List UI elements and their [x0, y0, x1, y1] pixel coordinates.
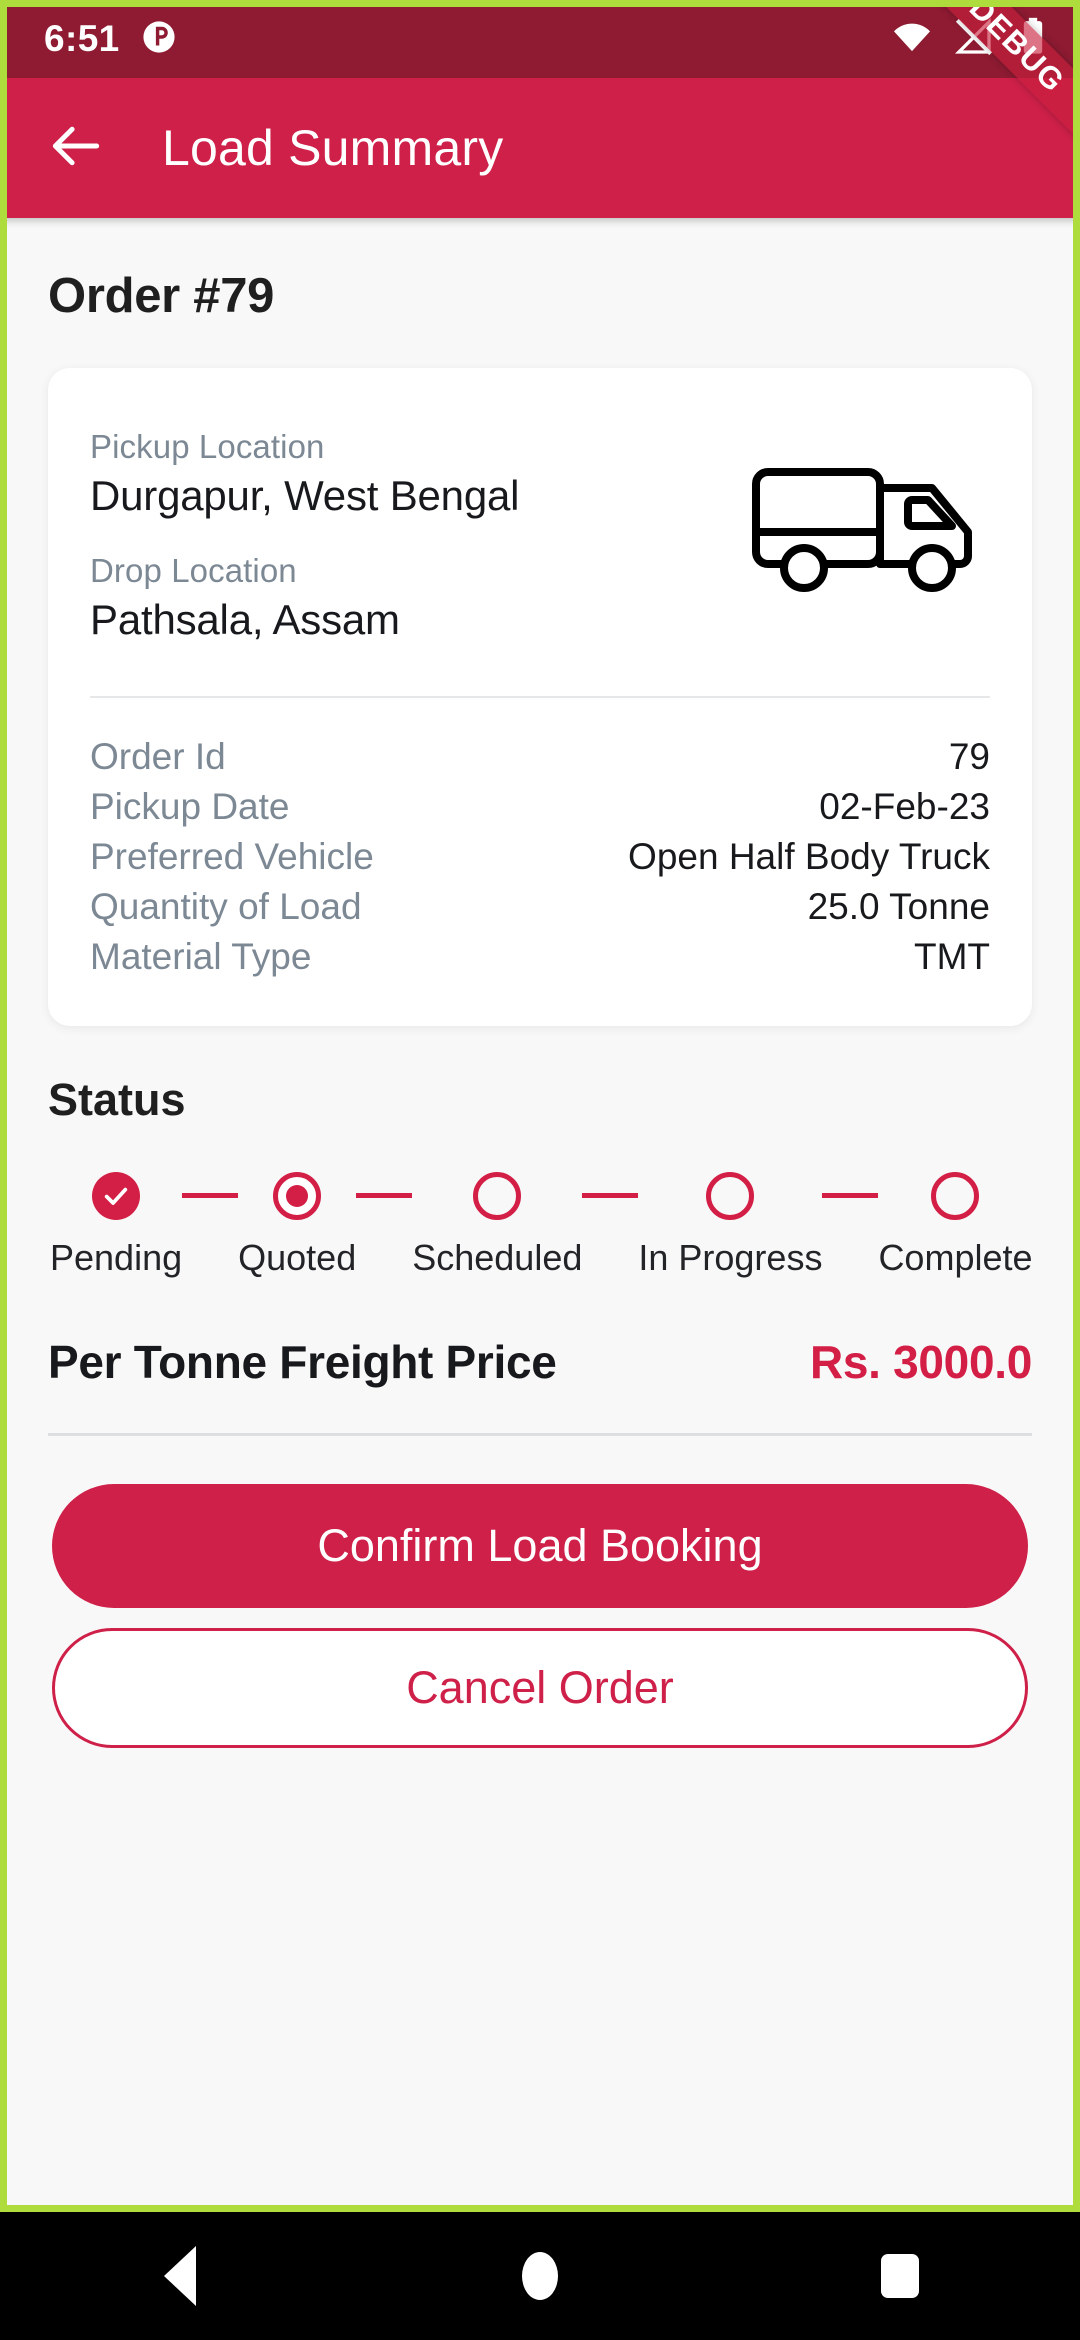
drop-location-value: Pathsala, Assam [90, 596, 400, 643]
circle-dot-icon [142, 20, 176, 59]
nav-recents-glyph [881, 2254, 919, 2298]
table-row: Order Id 79 [90, 732, 990, 782]
status-stepper: Pending Quoted Scheduled In Progress Com… [48, 1168, 1033, 1279]
cancel-order-button[interactable]: Cancel Order [52, 1628, 1028, 1748]
android-nav-bar [0, 2212, 1080, 2340]
delivery-truck-icon [744, 444, 984, 609]
scroll-content: Order #79 Pickup Location Durgapur, West… [0, 218, 1080, 2212]
step-dot-row [273, 1168, 322, 1224]
step-dot-todo [473, 1172, 522, 1220]
app-bar: Load Summary [0, 78, 1080, 218]
status-section-heading: Status [48, 1074, 186, 1125]
freight-price-row: Per Tonne Freight Price Rs. 3000.0 [48, 1335, 1032, 1389]
stepper-label: Scheduled [412, 1237, 583, 1278]
step-dot-row [473, 1168, 522, 1224]
order-details-list: Order Id 79 Pickup Date 02-Feb-23 Prefer… [90, 732, 990, 982]
detail-key: Pickup Date [90, 786, 290, 827]
step-dot-row [92, 1168, 141, 1224]
detail-key: Material Type [90, 936, 312, 977]
step-dot-row [931, 1168, 980, 1224]
stepper-label: Pending [50, 1237, 183, 1278]
detail-value: 02-Feb-23 [819, 786, 990, 827]
detail-key: Order Id [90, 736, 226, 777]
stepper-connector [182, 1193, 239, 1198]
pickup-location-label: Pickup Location [90, 428, 325, 465]
card-divider [90, 696, 990, 698]
table-row: Quantity of Load 25.0 Tonne [90, 882, 990, 932]
status-bar-left-icons [142, 20, 176, 59]
arrow-left-icon [45, 115, 107, 182]
confirm-load-booking-button[interactable]: Confirm Load Booking [52, 1484, 1028, 1608]
stepper-step-complete[interactable]: Complete [878, 1168, 1033, 1279]
step-dot-done [92, 1172, 141, 1220]
wifi-icon [892, 17, 932, 62]
detail-key: Quantity of Load [90, 886, 362, 927]
load-details-card: Pickup Location Durgapur, West Bengal Dr… [48, 368, 1032, 1026]
nav-back-icon[interactable] [100, 2212, 260, 2340]
freight-price-value: Rs. 3000.0 [809, 1336, 1032, 1388]
order-number-heading: Order #79 [48, 269, 275, 323]
stepper-connector [582, 1193, 639, 1198]
step-dot-current [273, 1172, 322, 1220]
phone-screen: 6:51 Load Summary DEBUG Order #79 Pickup… [0, 0, 1080, 2340]
nav-back-glyph [164, 2246, 196, 2306]
stepper-label: In Progress [638, 1237, 823, 1278]
step-dot-todo [706, 1172, 755, 1220]
status-bar-clock: 6:51 [44, 18, 120, 59]
stepper-connector [356, 1193, 413, 1198]
nav-recents-icon[interactable] [820, 2212, 980, 2340]
back-button[interactable] [28, 100, 124, 196]
detail-value: 79 [948, 736, 990, 777]
nav-home-glyph [522, 2252, 558, 2300]
freight-price-label: Per Tonne Freight Price [48, 1336, 557, 1388]
pickup-location-value: Durgapur, West Bengal [90, 472, 520, 519]
status-bar: 6:51 [0, 0, 1080, 78]
actions-divider [48, 1433, 1032, 1436]
stepper-step-quoted[interactable]: Quoted [238, 1168, 356, 1279]
detail-value: TMT [913, 936, 990, 977]
detail-value: Open Half Body Truck [628, 836, 990, 877]
step-dot-row [706, 1168, 755, 1224]
stepper-label: Quoted [238, 1237, 357, 1278]
stepper-step-in-progress[interactable]: In Progress [638, 1168, 822, 1279]
detail-key: Preferred Vehicle [90, 836, 374, 877]
table-row: Pickup Date 02-Feb-23 [90, 782, 990, 832]
detail-value: 25.0 Tonne [807, 886, 990, 927]
table-row: Material Type TMT [90, 932, 990, 982]
nav-home-icon[interactable] [460, 2212, 620, 2340]
stepper-label: Complete [878, 1237, 1033, 1278]
card-location-section: Pickup Location Durgapur, West Bengal Dr… [90, 428, 990, 644]
stepper-step-scheduled[interactable]: Scheduled [412, 1168, 582, 1279]
step-dot-todo [931, 1172, 980, 1220]
stepper-step-pending[interactable]: Pending [50, 1168, 182, 1279]
page-title: Load Summary [162, 120, 504, 176]
drop-location-label: Drop Location [90, 552, 297, 589]
stepper-connector [822, 1193, 879, 1198]
action-buttons: Confirm Load Booking Cancel Order [48, 1484, 1032, 1748]
locations-block: Pickup Location Durgapur, West Bengal Dr… [90, 428, 738, 644]
truck-icon-container [738, 428, 990, 609]
table-row: Preferred Vehicle Open Half Body Truck [90, 832, 990, 882]
